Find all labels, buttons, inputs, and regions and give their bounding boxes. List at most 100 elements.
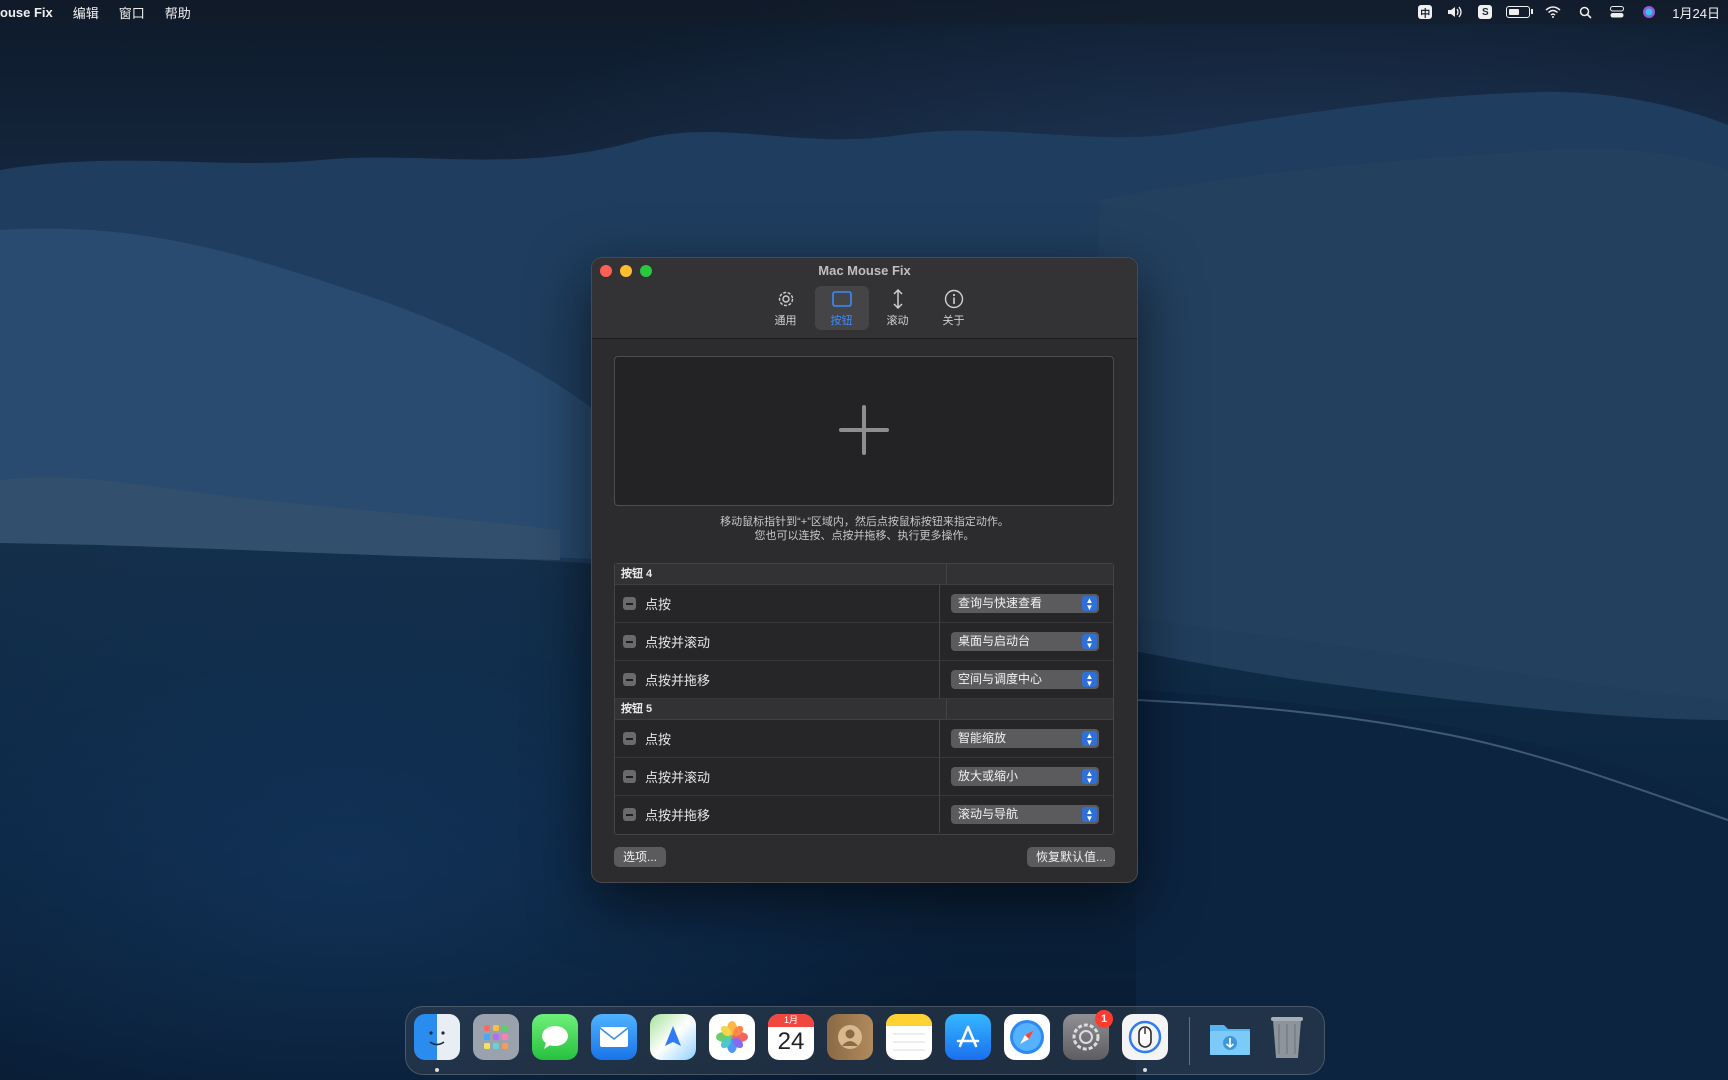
action-popup[interactable]: 智能缩放 ▲ ▼ xyxy=(951,729,1099,748)
tab-scroll[interactable]: 滚动 xyxy=(871,286,925,330)
remove-row-button[interactable] xyxy=(623,808,636,821)
group-title: 按钮 5 xyxy=(615,699,947,719)
tab-scroll-label: 滚动 xyxy=(886,315,909,327)
input-source-icon[interactable]: 中 xyxy=(1418,5,1433,20)
plus-icon xyxy=(839,405,889,455)
photos-icon[interactable] xyxy=(709,1014,755,1060)
remove-row-button[interactable] xyxy=(623,597,636,610)
menu-edit[interactable]: 编辑 xyxy=(73,3,99,22)
table-row: 点按并拖移 滚动与导航 ▲ ▼ xyxy=(615,796,1113,833)
button-mappings-table: 按钮 4 点按 查询与快速查看 ▲ ▼ 点按并滚动 桌面与启动台 ▲ ▼ 点按并拖移 空… xyxy=(614,563,1114,835)
clock[interactable]: 1月24日 xyxy=(1672,3,1720,22)
instruction-line-1: 移动鼠标指针到“+”区域内，然后点按鼠标按钮来指定动作。 xyxy=(720,516,1009,528)
action-popup[interactable]: 查询与快速查看 ▲ ▼ xyxy=(951,594,1099,613)
remove-row-button[interactable] xyxy=(623,673,636,686)
running-indicator xyxy=(435,1068,439,1072)
tab-general[interactable]: 通用 xyxy=(759,286,813,330)
app-store-icon[interactable] xyxy=(945,1014,991,1060)
downloads-folder-icon[interactable] xyxy=(1207,1014,1253,1060)
volume-icon[interactable] xyxy=(1446,5,1464,19)
table-row: 点按 智能缩放 ▲ ▼ xyxy=(615,720,1113,758)
mail-icon[interactable] xyxy=(591,1014,637,1060)
restore-defaults-button[interactable]: 恢复默认值... xyxy=(1026,847,1115,867)
notes-icon[interactable] xyxy=(886,1014,932,1060)
action-value: 空间与调度中心 xyxy=(958,672,1043,686)
table-row: 点按并拖移 空间与调度中心 ▲ ▼ xyxy=(615,661,1113,699)
popup-arrows-icon: ▲ ▼ xyxy=(1082,634,1097,650)
info-icon xyxy=(944,289,963,309)
contacts-icon[interactable] xyxy=(827,1014,873,1060)
action-value: 滚动与导航 xyxy=(958,807,1019,821)
notification-badge: 1 xyxy=(1095,1010,1113,1028)
action-popup[interactable]: 空间与调度中心 ▲ ▼ xyxy=(951,670,1099,689)
instruction-text: 移动鼠标指针到“+”区域内，然后点按鼠标按钮来指定动作。 您也可以连按、点按并拖… xyxy=(592,515,1137,543)
table-row: 点按并滚动 放大或缩小 ▲ ▼ xyxy=(615,758,1113,796)
siri-icon[interactable] xyxy=(1640,5,1658,19)
trigger-label: 点按 xyxy=(645,597,672,612)
trigger-label: 点按并拖移 xyxy=(645,673,711,688)
popup-arrows-icon: ▲ ▼ xyxy=(1082,596,1097,612)
gear-icon xyxy=(778,291,793,307)
remove-row-button[interactable] xyxy=(623,635,636,648)
calendar-day: 24 xyxy=(777,1028,805,1055)
tab-about[interactable]: 关于 xyxy=(927,286,981,330)
mac-mouse-fix-window: Mac Mouse Fix 通用 按钮 滚动 关于 移动鼠标指针到“+”区域内，… xyxy=(591,257,1138,883)
finder-icon[interactable] xyxy=(414,1014,460,1060)
add-button-drop-zone[interactable] xyxy=(614,356,1114,506)
menu-bar: ouse Fix 编辑 窗口 帮助 中 S 1月24日 xyxy=(0,0,1728,24)
toolbar-tabs: 通用 按钮 滚动 关于 xyxy=(592,286,1137,330)
launchpad-icon[interactable] xyxy=(473,1014,519,1060)
trigger-label: 点按并拖移 xyxy=(645,808,711,823)
popup-arrows-icon: ▲ ▼ xyxy=(1082,672,1097,688)
trigger-label: 点按并滚动 xyxy=(645,635,711,650)
tab-buttons-label: 按钮 xyxy=(830,315,853,327)
trash-icon[interactable] xyxy=(1264,1014,1310,1060)
battery-icon[interactable] xyxy=(1506,6,1534,18)
maps-icon[interactable] xyxy=(650,1014,696,1060)
safari-icon[interactable] xyxy=(1004,1014,1050,1060)
instruction-line-2: 您也可以连按、点按并拖移、执行更多操作。 xyxy=(754,530,975,542)
table-row: 点按并滚动 桌面与启动台 ▲ ▼ xyxy=(615,623,1113,661)
tab-about-label: 关于 xyxy=(942,315,965,327)
tab-buttons[interactable]: 按钮 xyxy=(814,286,869,330)
remove-row-button[interactable] xyxy=(623,770,636,783)
window-titlebar: Mac Mouse Fix 通用 按钮 滚动 关于 xyxy=(592,258,1137,339)
popup-arrows-icon: ▲ ▼ xyxy=(1082,769,1097,785)
action-popup[interactable]: 放大或缩小 ▲ ▼ xyxy=(951,767,1099,786)
scroll-arrows-icon xyxy=(892,288,903,310)
trigger-label: 点按 xyxy=(645,732,672,747)
options-button[interactable]: 选项... xyxy=(614,847,667,867)
mac-mouse-fix-icon[interactable] xyxy=(1122,1014,1168,1060)
table-row: 点按 查询与快速查看 ▲ ▼ xyxy=(615,585,1113,623)
group-title: 按钮 4 xyxy=(615,564,947,584)
group-header: 按钮 4 xyxy=(615,564,1113,585)
dock: 1月 24 1 xyxy=(405,1006,1325,1075)
search-icon[interactable] xyxy=(1576,5,1594,19)
system-preferences-icon[interactable]: 1 xyxy=(1063,1010,1113,1060)
action-value: 智能缩放 xyxy=(958,731,1007,745)
action-popup[interactable]: 滚动与导航 ▲ ▼ xyxy=(951,805,1099,824)
menu-window[interactable]: 窗口 xyxy=(119,3,145,22)
messages-icon[interactable] xyxy=(532,1014,578,1060)
group-header: 按钮 5 xyxy=(615,699,1113,720)
wifi-icon[interactable] xyxy=(1544,5,1562,19)
popup-arrows-icon: ▲ ▼ xyxy=(1082,731,1097,747)
tab-general-label: 通用 xyxy=(774,315,797,327)
calendar-icon[interactable]: 1月 24 xyxy=(768,1014,814,1060)
control-center-icon[interactable] xyxy=(1608,5,1626,19)
sogou-icon[interactable]: S xyxy=(1478,5,1493,19)
window-title: Mac Mouse Fix xyxy=(818,263,911,278)
action-popup[interactable]: 桌面与启动台 ▲ ▼ xyxy=(951,632,1099,651)
menu-help[interactable]: 帮助 xyxy=(165,3,191,22)
running-indicator xyxy=(1143,1068,1147,1072)
action-value: 放大或缩小 xyxy=(958,769,1019,783)
action-value: 桌面与启动台 xyxy=(958,634,1031,648)
remove-row-button[interactable] xyxy=(623,732,636,745)
popup-arrows-icon: ▲ ▼ xyxy=(1082,807,1097,823)
calendar-month: 1月 xyxy=(768,1014,814,1027)
mouse-button-icon xyxy=(831,291,852,307)
action-value: 查询与快速查看 xyxy=(958,596,1043,610)
trigger-label: 点按并滚动 xyxy=(645,770,711,785)
menu-app-name[interactable]: ouse Fix xyxy=(0,5,53,20)
dock-separator xyxy=(1189,1017,1190,1065)
